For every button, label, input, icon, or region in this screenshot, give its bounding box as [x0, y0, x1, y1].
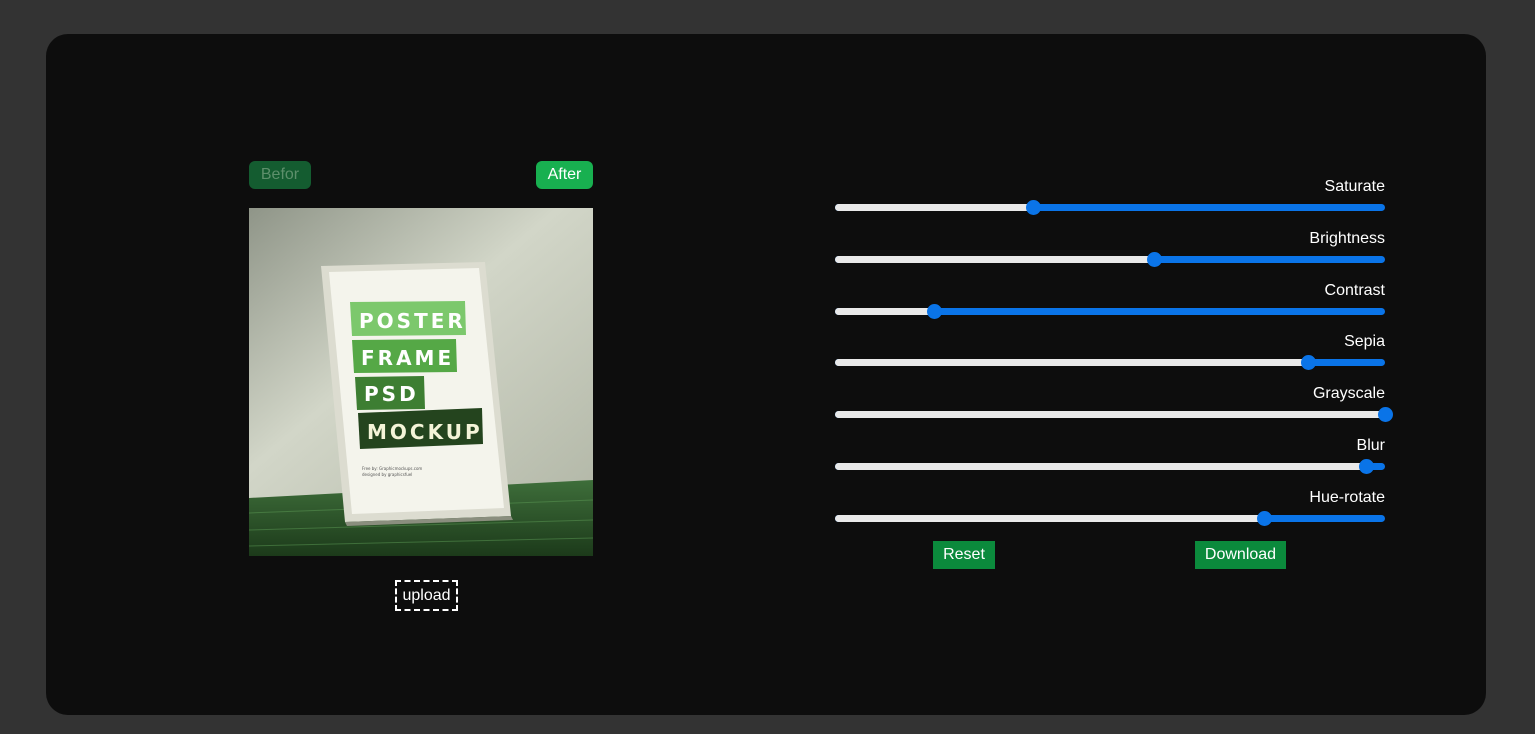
poster-small-print-2: designed by graphicsfuel: [362, 472, 412, 477]
upload-button[interactable]: upload: [395, 580, 458, 611]
slider-fill-contrast: [835, 307, 934, 315]
slider-thumb-brightness[interactable]: [1147, 251, 1162, 267]
slider-row-grayscale: Grayscale: [835, 383, 1393, 435]
before-button[interactable]: Befor: [249, 161, 311, 189]
after-button[interactable]: After: [536, 161, 593, 189]
slider-thumb-blur[interactable]: [1358, 458, 1374, 474]
slider-fill-hue-rotate: [835, 514, 1264, 522]
slider-saturate[interactable]: [835, 200, 1385, 215]
slider-row-contrast: Contrast: [835, 280, 1385, 332]
image-preview: POSTER FRAME PSD MOCKUP Free by: Graphic…: [249, 208, 593, 556]
poster-line-4: MOCKUP: [367, 420, 483, 444]
poster-line-1: POSTER: [359, 309, 466, 333]
slider-contrast[interactable]: [835, 303, 1385, 319]
slider-grayscale[interactable]: [835, 407, 1393, 423]
slider-hue-rotate[interactable]: [835, 510, 1385, 526]
editor-card: Befor After POSTER FRAME PSD MOCKUP Free…: [46, 34, 1486, 715]
slider-row-blur: Blur: [835, 435, 1385, 487]
slider-thumb-grayscale[interactable]: [1378, 407, 1393, 423]
slider-row-sepia: Sepia: [835, 331, 1385, 383]
poster-line-3: PSD: [364, 382, 419, 406]
slider-thumb-contrast[interactable]: [927, 303, 942, 319]
download-button[interactable]: Download: [1195, 541, 1286, 569]
slider-label-grayscale: Grayscale: [1312, 385, 1385, 403]
slider-label-saturate: Saturate: [1324, 178, 1385, 195]
filter-controls: Saturate Brightness Contrast Sepia Grayscale…: [835, 176, 1393, 539]
slider-row-brightness: Brightness: [835, 228, 1385, 280]
slider-row-saturate: Saturate: [835, 176, 1385, 228]
slider-fill-grayscale: [835, 411, 1385, 419]
reset-button[interactable]: Reset: [933, 541, 995, 569]
slider-label-brightness: Brightness: [1309, 229, 1385, 247]
slider-fill-saturate: [835, 204, 1033, 211]
slider-fill-brightness: [835, 255, 1154, 263]
poster-small-print-1: Free by: Graphicmockups.com: [362, 466, 422, 471]
slider-brightness[interactable]: [835, 251, 1385, 267]
slider-label-contrast: Contrast: [1324, 281, 1385, 299]
poster-frame-mockup-image: POSTER FRAME PSD MOCKUP Free by: Graphic…: [249, 208, 593, 556]
slider-thumb-saturate[interactable]: [1026, 200, 1041, 215]
slider-blur[interactable]: [835, 458, 1385, 474]
slider-thumb-hue-rotate[interactable]: [1257, 510, 1272, 526]
poster-line-2: FRAME: [361, 346, 454, 370]
slider-thumb-sepia[interactable]: [1301, 355, 1316, 371]
slider-fill-blur: [835, 462, 1366, 470]
slider-label-sepia: Sepia: [1344, 333, 1385, 351]
slider-label-hue-rotate: Hue-rotate: [1309, 488, 1385, 506]
slider-sepia[interactable]: [835, 355, 1385, 371]
slider-row-hue-rotate: Hue-rotate: [835, 487, 1385, 539]
slider-label-blur: Blur: [1356, 436, 1385, 454]
slider-fill-sepia: [835, 359, 1308, 367]
